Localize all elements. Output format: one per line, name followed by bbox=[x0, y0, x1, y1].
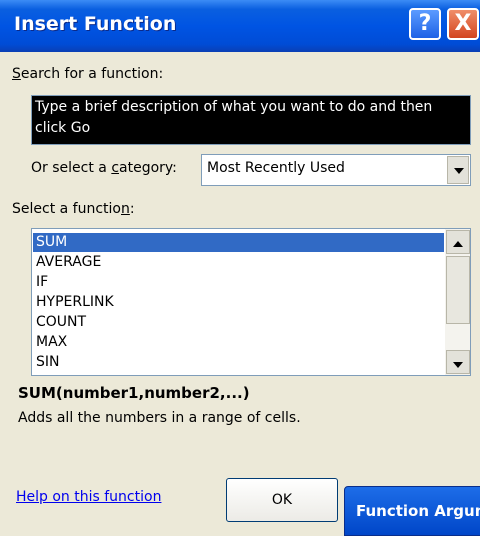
function-list-scrollbar[interactable] bbox=[445, 229, 470, 375]
function-item-sum[interactable]: SUM bbox=[33, 233, 444, 252]
search-label: Search for a function: bbox=[12, 66, 163, 82]
close-button[interactable]: X bbox=[447, 8, 479, 40]
chevron-down-icon bbox=[454, 168, 464, 174]
function-arguments-button[interactable]: Function Argum bbox=[344, 486, 480, 536]
category-label-accesskey: c bbox=[111, 160, 120, 176]
function-list-label-accesskey: n bbox=[121, 201, 130, 217]
function-item-if[interactable]: IF bbox=[36, 273, 48, 292]
category-dropdown-button[interactable] bbox=[447, 156, 469, 184]
function-item-count[interactable]: COUNT bbox=[36, 313, 86, 332]
category-label: Or select a category: bbox=[31, 160, 177, 176]
search-label-text: earch for a function: bbox=[20, 66, 164, 82]
help-on-function-link[interactable]: Help on this function bbox=[16, 489, 161, 505]
function-item-sin[interactable]: SIN bbox=[36, 353, 60, 372]
function-list[interactable]: SUM AVERAGE IF HYPERLINK COUNT MAX SIN bbox=[31, 228, 471, 376]
search-input[interactable]: Type a brief description of what you wan… bbox=[31, 95, 471, 145]
scroll-thumb[interactable] bbox=[446, 256, 470, 324]
category-label-post: ategory: bbox=[119, 160, 177, 176]
close-icon: X bbox=[454, 11, 472, 36]
category-value: Most Recently Used bbox=[207, 160, 345, 176]
function-item-average[interactable]: AVERAGE bbox=[36, 253, 101, 272]
function-list-label-pre: Select a functio bbox=[12, 201, 121, 217]
arrow-up-icon bbox=[453, 241, 463, 247]
search-label-accesskey: S bbox=[12, 66, 21, 82]
function-list-label: Select a function: bbox=[12, 201, 135, 217]
category-label-pre: Or select a bbox=[31, 160, 112, 176]
function-item-max[interactable]: MAX bbox=[36, 333, 67, 352]
function-list-label-post: : bbox=[129, 201, 135, 217]
scroll-up-button[interactable] bbox=[446, 230, 470, 254]
function-description: Adds all the numbers in a range of cells… bbox=[18, 410, 301, 426]
help-button[interactable]: ? bbox=[409, 8, 441, 40]
scroll-down-button[interactable] bbox=[446, 350, 470, 374]
ok-button[interactable]: OK bbox=[226, 478, 338, 522]
title-bar[interactable]: Insert Function ? X bbox=[0, 0, 480, 52]
category-select[interactable]: Most Recently Used bbox=[201, 154, 471, 186]
function-syntax: SUM(number1,number2,...) bbox=[18, 384, 250, 402]
arrow-down-icon bbox=[453, 362, 463, 368]
window-title: Insert Function bbox=[14, 13, 177, 35]
help-icon: ? bbox=[418, 11, 432, 36]
function-item-hyperlink[interactable]: HYPERLINK bbox=[36, 293, 114, 312]
